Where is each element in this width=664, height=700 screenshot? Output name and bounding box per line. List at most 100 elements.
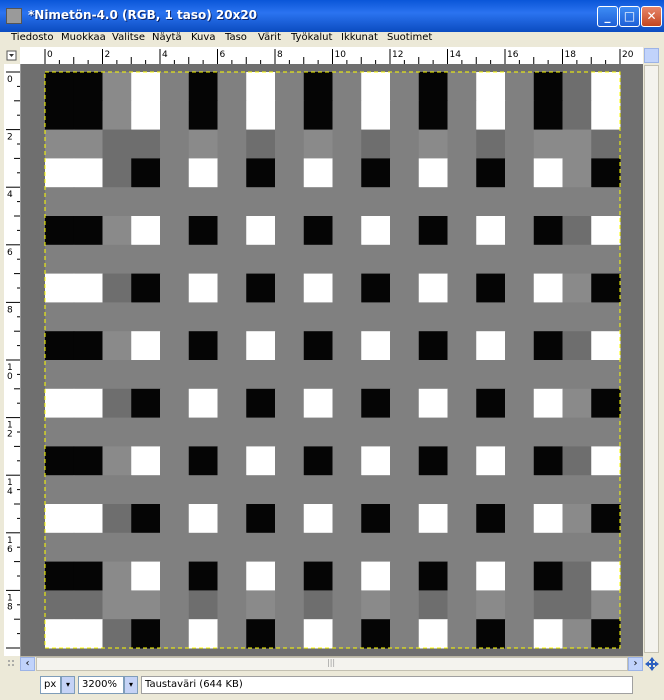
pixel-cell xyxy=(418,475,448,505)
pixel-cell xyxy=(505,388,535,419)
menu-varit[interactable]: Värit xyxy=(258,32,281,43)
image-canvas[interactable] xyxy=(21,64,643,656)
pixel-cell xyxy=(591,72,621,102)
unit-dropdown-button[interactable]: ▾ xyxy=(61,676,75,694)
pixel-cell xyxy=(361,360,391,390)
pixel-cell xyxy=(418,216,448,246)
pixel-cell xyxy=(246,244,276,275)
menu-tiedosto[interactable]: Tiedosto xyxy=(11,32,53,43)
zoom-to-fit-button[interactable] xyxy=(644,48,659,63)
pixel-cell xyxy=(73,273,103,303)
menu-nayta[interactable]: Näytä xyxy=(152,32,182,43)
scroll-left-button[interactable]: ‹ xyxy=(20,657,35,671)
pixel-cell xyxy=(390,273,420,303)
quick-mask-corner[interactable] xyxy=(4,47,20,64)
pixel-cell xyxy=(303,187,333,217)
pixel-cell xyxy=(102,158,132,188)
menu-valitse[interactable]: Valitse xyxy=(112,32,145,43)
pixel-cell xyxy=(188,619,218,649)
horizontal-scroll-thumb[interactable]: ||| xyxy=(36,657,628,671)
scroll-right-button[interactable]: › xyxy=(628,657,643,671)
ruler-label: 16 xyxy=(507,50,519,60)
menu-muokkaa[interactable]: Muokkaa xyxy=(61,32,106,43)
pixel-cell xyxy=(303,360,333,390)
minimize-button[interactable]: _ xyxy=(597,6,618,27)
pixel-cell xyxy=(73,388,103,419)
pixel-cell xyxy=(591,244,621,275)
pixel-cell xyxy=(332,590,362,620)
pixel-cell xyxy=(390,532,420,563)
pixel-cell xyxy=(476,302,506,332)
pixel-cell xyxy=(533,532,563,563)
ruler-label: 6 xyxy=(7,248,13,258)
pixel-cell xyxy=(562,187,592,217)
pixel-cell xyxy=(131,561,161,591)
menu-suotimet[interactable]: Suotimet xyxy=(387,32,432,43)
pixel-cell xyxy=(390,244,420,275)
pixel-cell xyxy=(418,331,448,361)
horizontal-scrollbar[interactable]: ‹ ||| › xyxy=(20,656,643,672)
pixel-cell xyxy=(45,273,75,303)
pixel-cell xyxy=(275,532,305,563)
menu-ikkunat[interactable]: Ikkunat xyxy=(341,32,378,43)
pixel-cell xyxy=(476,129,506,159)
menu-tyokalut[interactable]: Työkalut xyxy=(291,32,332,43)
pixel-cell xyxy=(303,331,333,361)
pixel-cell xyxy=(45,302,75,332)
navigate-button[interactable] xyxy=(644,656,660,672)
pixel-cell xyxy=(390,331,420,361)
pixel-cell xyxy=(591,475,621,505)
pixel-cell xyxy=(447,417,477,447)
pixel-cell xyxy=(217,590,247,620)
menu-taso[interactable]: Taso xyxy=(225,32,247,43)
pixel-cell xyxy=(476,72,506,102)
pixel-cell xyxy=(45,619,75,649)
pixel-cell xyxy=(217,129,247,159)
app-icon[interactable] xyxy=(6,8,22,24)
pixel-cell xyxy=(188,187,218,217)
pixel-cell xyxy=(217,216,247,246)
pixel-cell xyxy=(275,244,305,275)
resize-grip[interactable] xyxy=(4,656,20,672)
pixel-cell xyxy=(246,619,276,649)
pixel-cell xyxy=(562,417,592,447)
pixel-cell xyxy=(533,446,563,476)
pixel-cell xyxy=(160,244,190,275)
pixel-cell xyxy=(73,590,103,620)
pixel-cell xyxy=(73,72,103,102)
pixel-cell xyxy=(533,158,563,188)
pixel-cell xyxy=(361,331,391,361)
titlebar[interactable]: *Nimetön-4.0 (RGB, 1 taso) 20x20 _ □ ✕ xyxy=(0,0,664,32)
pixel-cell xyxy=(591,158,621,188)
pixel-cell xyxy=(246,72,276,102)
pixel-cell xyxy=(447,72,477,102)
pixel-cell xyxy=(591,360,621,390)
pixel-cell xyxy=(562,331,592,361)
canvas-area[interactable] xyxy=(21,64,643,656)
maximize-button[interactable]: □ xyxy=(619,6,640,27)
ruler-label: 4 xyxy=(7,487,13,497)
pixel-cell xyxy=(562,532,592,563)
pixel-cell xyxy=(390,446,420,476)
zoom-dropdown-button[interactable]: ▾ xyxy=(124,676,138,694)
vertical-ruler[interactable]: 024681012141618 xyxy=(4,64,21,656)
vertical-scroll-track[interactable] xyxy=(644,65,659,653)
pixel-cell xyxy=(447,187,477,217)
horizontal-ruler[interactable]: 0 2 4 6 8 10 12 14 16 18 20 xyxy=(20,47,643,65)
close-button[interactable]: ✕ xyxy=(641,6,662,27)
pixel-cell xyxy=(361,504,391,534)
pixel-cell xyxy=(562,360,592,390)
pixel-cell xyxy=(45,100,75,131)
status-message: Taustaväri (644 KB) xyxy=(141,676,633,694)
pixel-cell xyxy=(533,619,563,649)
pixel-cell xyxy=(505,360,535,390)
pixel-cell xyxy=(217,446,247,476)
pixel-cell xyxy=(591,302,621,332)
pixel-cell xyxy=(476,417,506,447)
pixel-cell xyxy=(73,532,103,563)
zoom-combo[interactable]: 3200% xyxy=(78,676,124,694)
pixel-cell xyxy=(447,561,477,591)
unit-combo[interactable]: px xyxy=(40,676,61,694)
vertical-scrollbar[interactable] xyxy=(643,47,660,656)
menu-kuva[interactable]: Kuva xyxy=(191,32,215,43)
